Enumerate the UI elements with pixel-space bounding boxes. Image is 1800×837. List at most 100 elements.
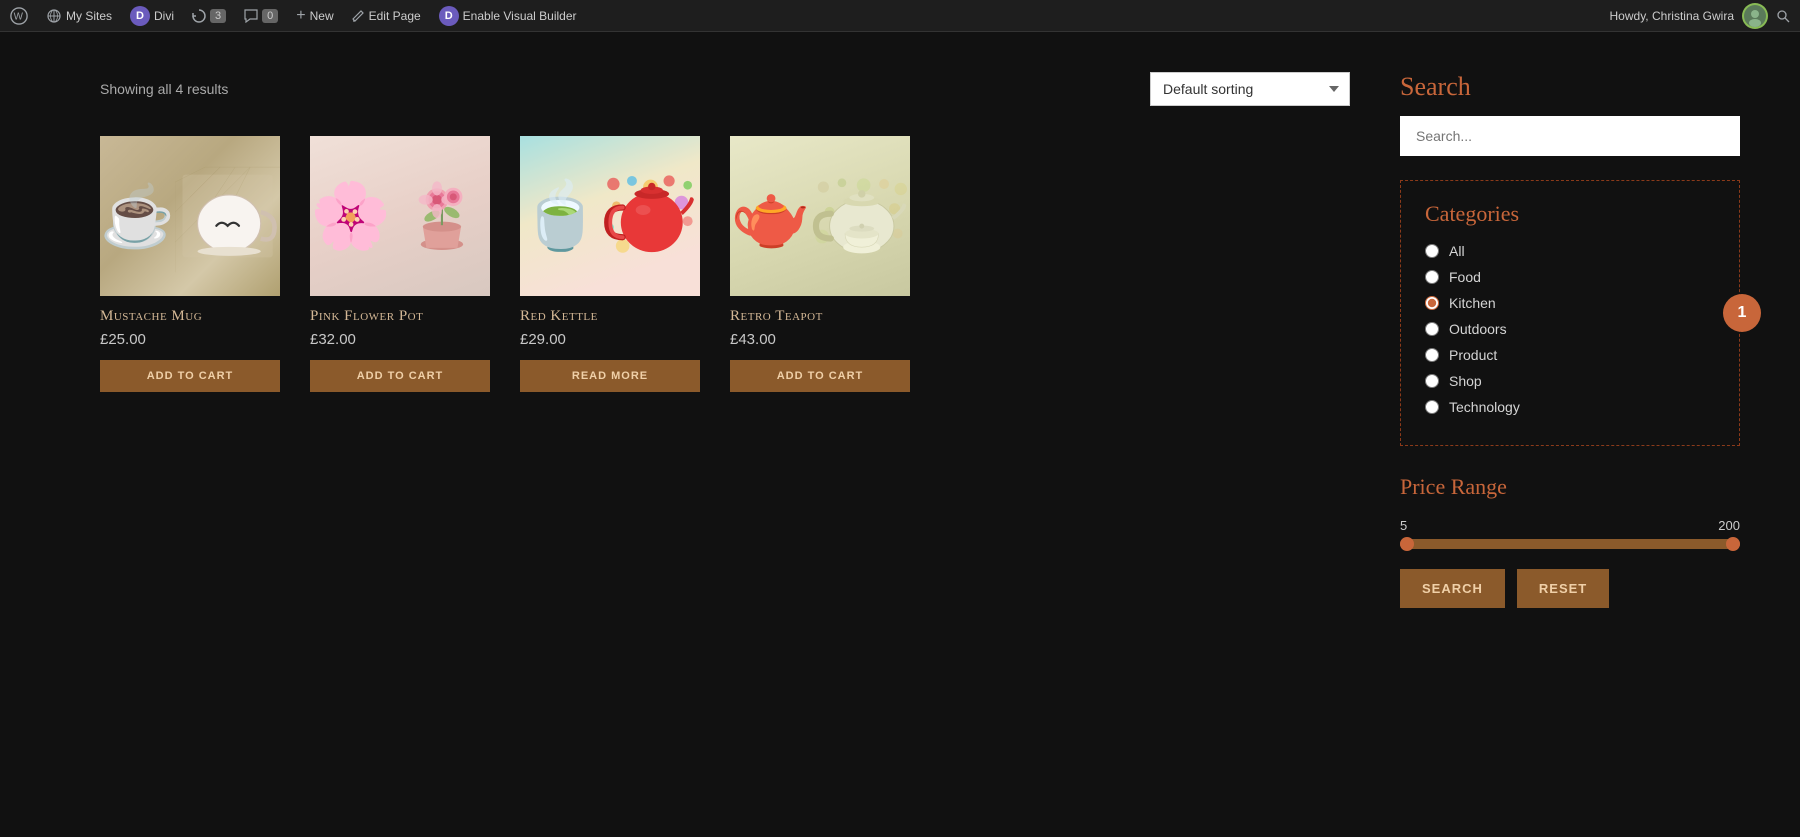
avatar: [1742, 3, 1768, 29]
price-slider-handle-max[interactable]: [1726, 537, 1740, 551]
category-radio-all[interactable]: [1425, 244, 1439, 258]
divi-link[interactable]: D Divi: [130, 6, 174, 26]
product-price-mustache-mug: £25.00: [100, 331, 280, 348]
admin-bar-right: Howdy, Christina Gwira: [1610, 3, 1790, 29]
product-card-retro-teapot: Retro Teapot £43.00 ADD TO CART: [730, 136, 910, 392]
price-slider-handle-min[interactable]: [1400, 537, 1414, 551]
comments-count: 0: [262, 9, 278, 23]
category-item-outdoors[interactable]: Outdoors: [1425, 321, 1715, 337]
category-item-kitchen[interactable]: Kitchen: [1425, 295, 1715, 311]
category-label-product: Product: [1449, 347, 1497, 363]
divi-builder-icon: D: [439, 6, 459, 26]
product-name-red-kettle: Red Kettle: [520, 308, 700, 325]
category-item-shop[interactable]: Shop: [1425, 373, 1715, 389]
price-range-title: Price Range: [1400, 474, 1740, 500]
category-label-shop: Shop: [1449, 373, 1482, 389]
category-label-kitchen: Kitchen: [1449, 295, 1496, 311]
product-name-pink-flower-pot: Pink Flower Pot: [310, 308, 490, 325]
divi-label: Divi: [154, 9, 174, 23]
teapot-illustration: [811, 144, 910, 289]
flower-illustration: [391, 151, 490, 281]
product-price-retro-teapot: £43.00: [730, 331, 910, 348]
category-radio-shop[interactable]: [1425, 374, 1439, 388]
product-name-mustache-mug: Mustache Mug: [100, 308, 280, 325]
price-max-value: 200: [1718, 518, 1740, 533]
price-range-section: Price Range 5 200 SEARCH RESET: [1400, 474, 1740, 608]
product-card-pink-flower-pot: Pink Flower Pot £32.00 ADD TO CART: [310, 136, 490, 392]
product-image-mustache-mug[interactable]: [100, 136, 280, 296]
divi-icon: D: [130, 6, 150, 26]
products-area: Showing all 4 results Default sorting So…: [0, 32, 1380, 837]
add-to-cart-pink-flower-pot[interactable]: ADD TO CART: [310, 360, 490, 392]
results-count: Showing all 4 results: [100, 81, 228, 97]
edit-page-link[interactable]: Edit Page: [352, 9, 421, 23]
category-label-technology: Technology: [1449, 399, 1520, 415]
filter-badge: 1: [1723, 294, 1761, 332]
category-item-technology[interactable]: Technology: [1425, 399, 1715, 415]
my-sites-link[interactable]: My Sites: [46, 8, 112, 24]
price-slider-fill: [1400, 539, 1740, 549]
comments-link[interactable]: 0: [244, 9, 278, 23]
price-search-button[interactable]: SEARCH: [1400, 569, 1505, 608]
sidebar: Search Categories All Food Kitchen Outdo…: [1380, 32, 1800, 837]
results-header: Showing all 4 results Default sorting So…: [100, 72, 1350, 106]
categories-title: Categories: [1425, 201, 1715, 227]
main-layout: Showing all 4 results Default sorting So…: [0, 0, 1800, 837]
sidebar-search-input[interactable]: [1400, 116, 1740, 156]
product-grid: Mustache Mug £25.00 ADD TO CART: [100, 136, 1350, 392]
category-radio-product[interactable]: [1425, 348, 1439, 362]
edit-page-label: Edit Page: [369, 9, 421, 23]
product-image-pink-flower-pot[interactable]: [310, 136, 490, 296]
mug-illustration: [175, 151, 280, 281]
categories-box: Categories All Food Kitchen Outdoors Pro…: [1400, 180, 1740, 446]
wordpress-icon: W: [10, 7, 28, 25]
new-icon: +: [296, 7, 305, 25]
product-price-red-kettle: £29.00: [520, 331, 700, 348]
new-link[interactable]: + New: [296, 7, 333, 25]
add-to-cart-mustache-mug[interactable]: ADD TO CART: [100, 360, 280, 392]
product-price-pink-flower-pot: £32.00: [310, 331, 490, 348]
price-action-buttons: SEARCH RESET: [1400, 569, 1740, 608]
product-image-red-kettle[interactable]: [520, 136, 700, 296]
category-radio-outdoors[interactable]: [1425, 322, 1439, 336]
search-title: Search: [1400, 72, 1740, 102]
category-label-all: All: [1449, 243, 1465, 259]
price-min-value: 5: [1400, 518, 1407, 533]
updates-count: 3: [210, 9, 226, 23]
enable-builder-link[interactable]: D Enable Visual Builder: [439, 6, 577, 26]
kettle-illustration: [601, 144, 700, 289]
category-radio-kitchen[interactable]: [1425, 296, 1439, 310]
price-reset-button[interactable]: RESET: [1517, 569, 1609, 608]
updates-link[interactable]: 3: [192, 9, 226, 23]
product-image-retro-teapot[interactable]: [730, 136, 910, 296]
product-name-retro-teapot: Retro Teapot: [730, 308, 910, 325]
comments-icon: [244, 9, 258, 23]
category-item-product[interactable]: Product: [1425, 347, 1715, 363]
avatar-img: [1744, 5, 1766, 27]
wp-logo-link[interactable]: W: [10, 7, 28, 25]
sort-select[interactable]: Default sorting Sort by popularity Sort …: [1150, 72, 1350, 106]
category-label-food: Food: [1449, 269, 1481, 285]
search-bar-icon[interactable]: [1776, 9, 1790, 23]
category-radio-technology[interactable]: [1425, 400, 1439, 414]
user-greeting: Howdy, Christina Gwira: [1610, 9, 1734, 23]
svg-text:W: W: [14, 11, 24, 22]
price-range-values: 5 200: [1400, 518, 1740, 533]
new-label: New: [310, 9, 334, 23]
enable-builder-label: Enable Visual Builder: [463, 9, 577, 23]
product-card-mustache-mug: Mustache Mug £25.00 ADD TO CART: [100, 136, 280, 392]
category-item-food[interactable]: Food: [1425, 269, 1715, 285]
product-card-red-kettle: Red Kettle £29.00 READ MORE: [520, 136, 700, 392]
my-sites-label: My Sites: [66, 9, 112, 23]
read-more-red-kettle[interactable]: READ MORE: [520, 360, 700, 392]
sites-icon: [46, 8, 62, 24]
admin-bar: W My Sites D Divi 3 0 + New: [0, 0, 1800, 32]
category-label-outdoors: Outdoors: [1449, 321, 1507, 337]
price-slider-track: [1400, 539, 1740, 549]
updates-icon: [192, 9, 206, 23]
sidebar-search-section: Search: [1400, 72, 1740, 156]
category-radio-food[interactable]: [1425, 270, 1439, 284]
add-to-cart-retro-teapot[interactable]: ADD TO CART: [730, 360, 910, 392]
category-item-all[interactable]: All: [1425, 243, 1715, 259]
edit-icon: [352, 9, 365, 22]
